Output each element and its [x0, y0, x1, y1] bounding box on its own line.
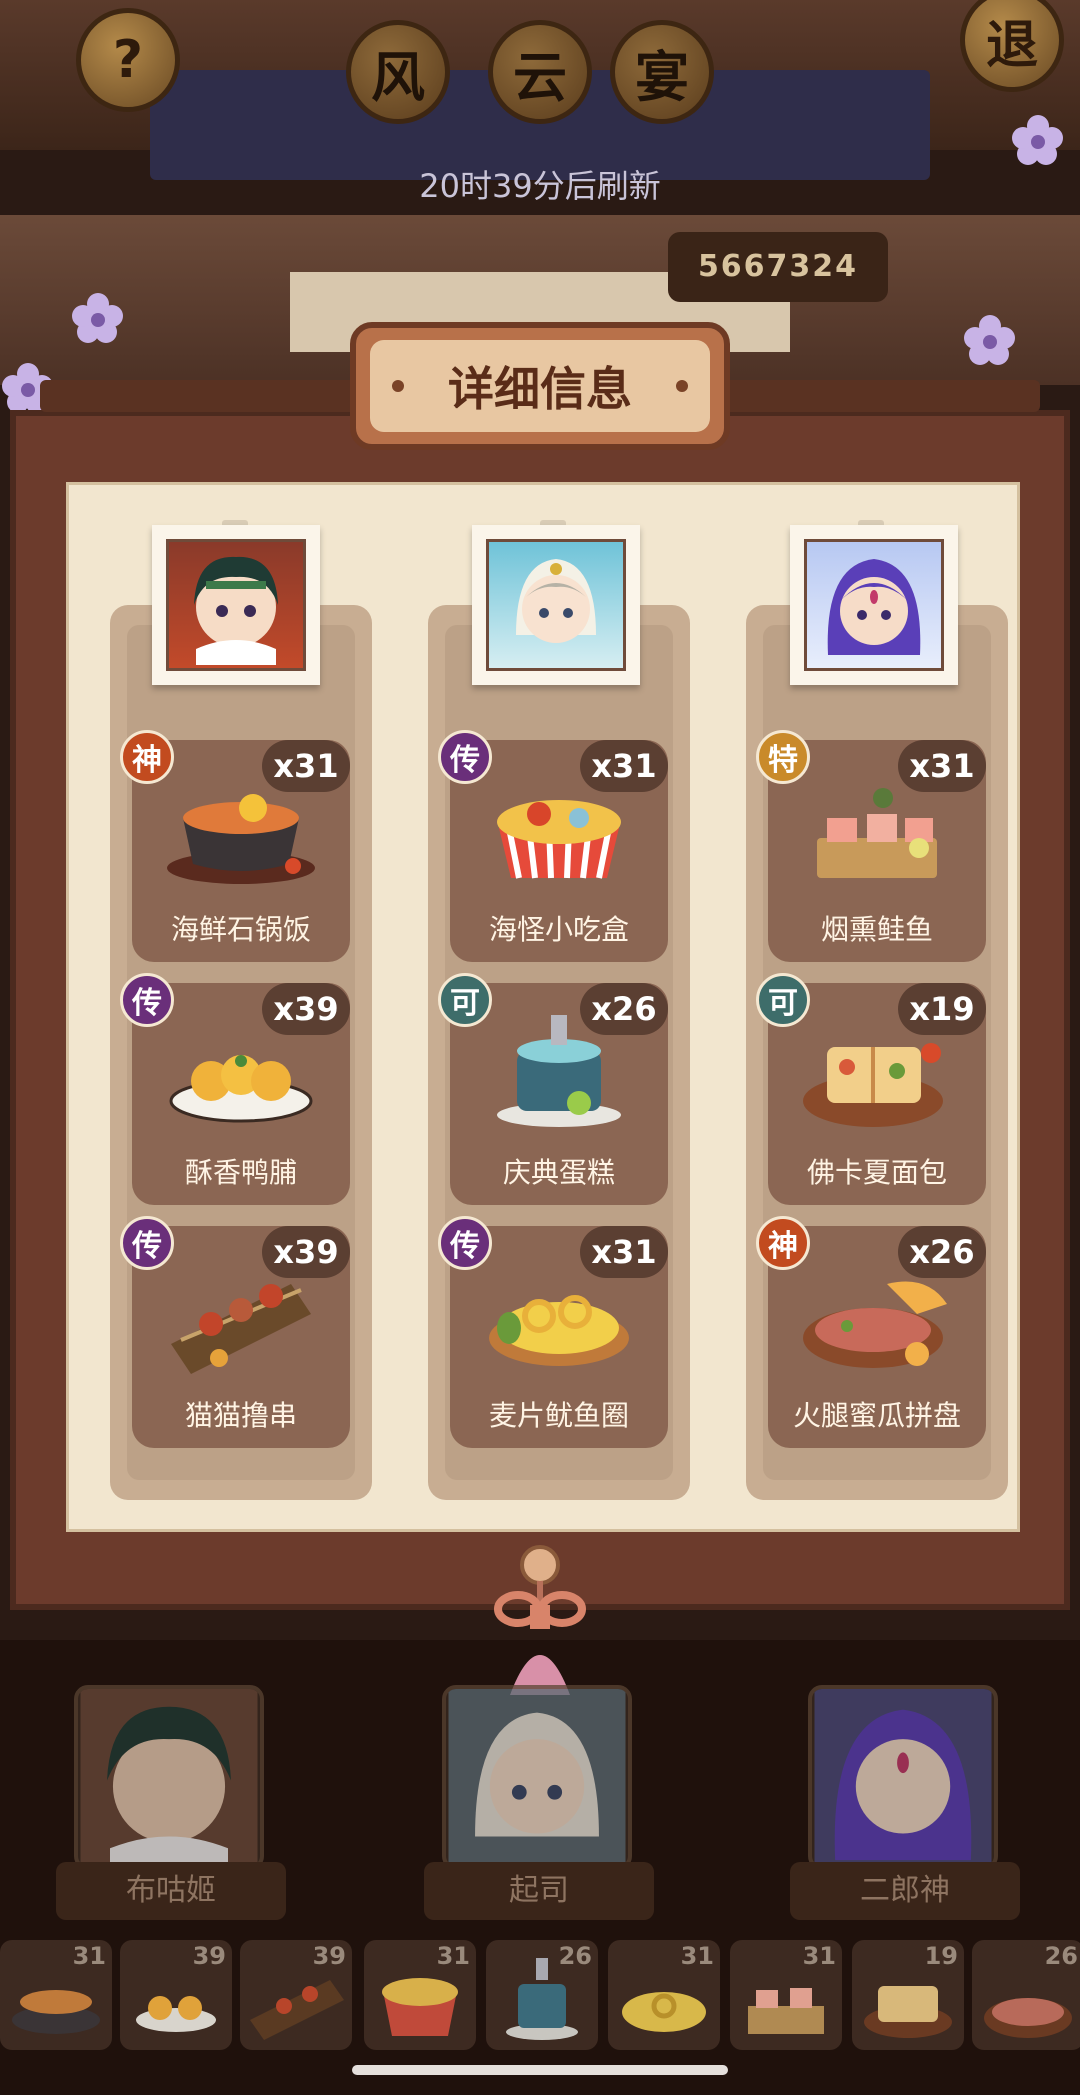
close-knot-button[interactable] [480, 1545, 600, 1705]
thumb-count: 31 [802, 1942, 836, 1970]
character-avatar-icon [194, 556, 278, 665]
portrait-card-3 [790, 525, 958, 685]
title-char-1: 风 [346, 20, 450, 124]
character-card-2[interactable] [442, 1685, 632, 1870]
dish-name: 庆典蛋糕 [502, 1156, 615, 1189]
refresh-timer: 20时39分后刷新 [419, 167, 661, 205]
flower-icon [72, 293, 123, 343]
dish-card[interactable]: x31 传 麦片鱿鱼圈 [438, 1216, 668, 1448]
dish-card[interactable]: x39 传 酥香鸭脯 [120, 973, 350, 1205]
character-avatar-icon [448, 1689, 626, 1866]
dish-card[interactable]: x31 特 烟熏鲑鱼 [756, 730, 986, 962]
plaque-dot [392, 380, 404, 392]
character-card-1[interactable] [74, 1685, 264, 1870]
portrait-qi-si [486, 539, 626, 671]
help-button[interactable]: ? [76, 8, 180, 112]
rarity-badge: 可 [438, 973, 492, 1027]
thumb-count: 26 [558, 1942, 592, 1970]
flower-icon [964, 315, 1015, 365]
thumb-count: 31 [436, 1942, 470, 1970]
portrait-card-2 [472, 525, 640, 685]
dish-count: x39 [262, 1226, 350, 1278]
rarity-badge: 神 [756, 1216, 810, 1270]
rarity-badge: 传 [120, 1216, 174, 1270]
home-indicator[interactable] [352, 2065, 728, 2075]
dish-name: 火腿蜜瓜拼盘 [792, 1399, 961, 1432]
title-char-text-2: 云 [513, 45, 567, 109]
dish-count: x31 [580, 740, 668, 792]
character-name: 起司 [424, 1862, 654, 1920]
dish-thumb[interactable]: 31 [364, 1940, 476, 2050]
character-avatar-icon [516, 559, 596, 643]
dish-count: x39 [262, 983, 350, 1035]
character-avatar-icon [827, 559, 921, 655]
score-display: 5667324 [668, 232, 888, 302]
dish-thumb[interactable]: 26 [486, 1940, 598, 2050]
dish-name: 海怪小吃盒 [488, 913, 629, 946]
dish-card[interactable]: x26 神 火腿蜜瓜拼盘 [756, 1216, 986, 1448]
exit-label: 退 [985, 15, 1038, 76]
dish-name: 猫猫撸串 [184, 1399, 297, 1432]
dish-card[interactable]: x31 传 海怪小吃盒 [438, 730, 668, 962]
dish-name: 海鲜石锅饭 [170, 913, 311, 946]
dish-thumb[interactable]: 19 [852, 1940, 964, 2050]
character-avatar-icon [814, 1689, 992, 1866]
portrait-bugu-ji [166, 539, 306, 671]
rarity-badge: 传 [438, 730, 492, 784]
dish-thumb[interactable]: 39 [240, 1940, 352, 2050]
dish-name: 麦片鱿鱼圈 [488, 1399, 629, 1432]
thumb-count: 31 [680, 1942, 714, 1970]
portrait-er-lang-shen [804, 539, 944, 671]
dish-count: x31 [262, 740, 350, 792]
character-card-3[interactable] [808, 1685, 998, 1870]
character-avatar-icon [80, 1689, 258, 1866]
dish-count: x26 [580, 983, 668, 1035]
character-name: 二郎神 [790, 1862, 1020, 1920]
dish-thumb[interactable]: 26 [972, 1940, 1080, 2050]
dish-thumb[interactable]: 31 [730, 1940, 842, 2050]
plaque-dot [676, 380, 688, 392]
rarity-badge: 可 [756, 973, 810, 1027]
help-icon: ? [112, 30, 144, 90]
modal-title-plaque: 详细信息 [350, 322, 730, 450]
thumb-count: 31 [72, 1942, 106, 1970]
rarity-badge: 神 [120, 730, 174, 784]
rarity-badge: 传 [438, 1216, 492, 1270]
thumb-count: 39 [312, 1942, 346, 1970]
thumb-count: 26 [1044, 1942, 1078, 1970]
dish-count: x26 [898, 1226, 986, 1278]
dish-card[interactable]: x26 可 庆典蛋糕 [438, 973, 668, 1205]
dish-thumb[interactable]: 39 [120, 1940, 232, 2050]
title-char-text-3: 宴 [635, 45, 689, 109]
portrait-card-1 [152, 525, 320, 685]
rarity-badge: 传 [120, 973, 174, 1027]
dish-card[interactable]: x31 神 海鲜石锅饭 [120, 730, 350, 962]
rarity-badge: 特 [756, 730, 810, 784]
title-char-2: 云 [488, 20, 592, 124]
title-char-3: 宴 [610, 20, 714, 124]
dish-count: x31 [580, 1226, 668, 1278]
character-name: 布咕姬 [56, 1862, 286, 1920]
dish-name: 佛卡夏面包 [806, 1156, 947, 1189]
dish-thumb[interactable]: 31 [0, 1940, 112, 2050]
dish-name: 酥香鸭脯 [184, 1156, 297, 1189]
dish-card[interactable]: x39 传 猫猫撸串 [120, 1216, 350, 1448]
title-char-text-1: 风 [371, 45, 425, 109]
thumb-count: 19 [924, 1942, 958, 1970]
dish-name: 烟熏鲑鱼 [820, 913, 933, 946]
dish-card[interactable]: x19 可 佛卡夏面包 [756, 973, 986, 1205]
thumb-count: 39 [192, 1942, 226, 1970]
flower-icon [1012, 115, 1063, 165]
dish-count: x31 [898, 740, 986, 792]
dish-thumb[interactable]: 31 [608, 1940, 720, 2050]
modal-title: 详细信息 [448, 362, 632, 416]
dish-count: x19 [898, 983, 986, 1035]
